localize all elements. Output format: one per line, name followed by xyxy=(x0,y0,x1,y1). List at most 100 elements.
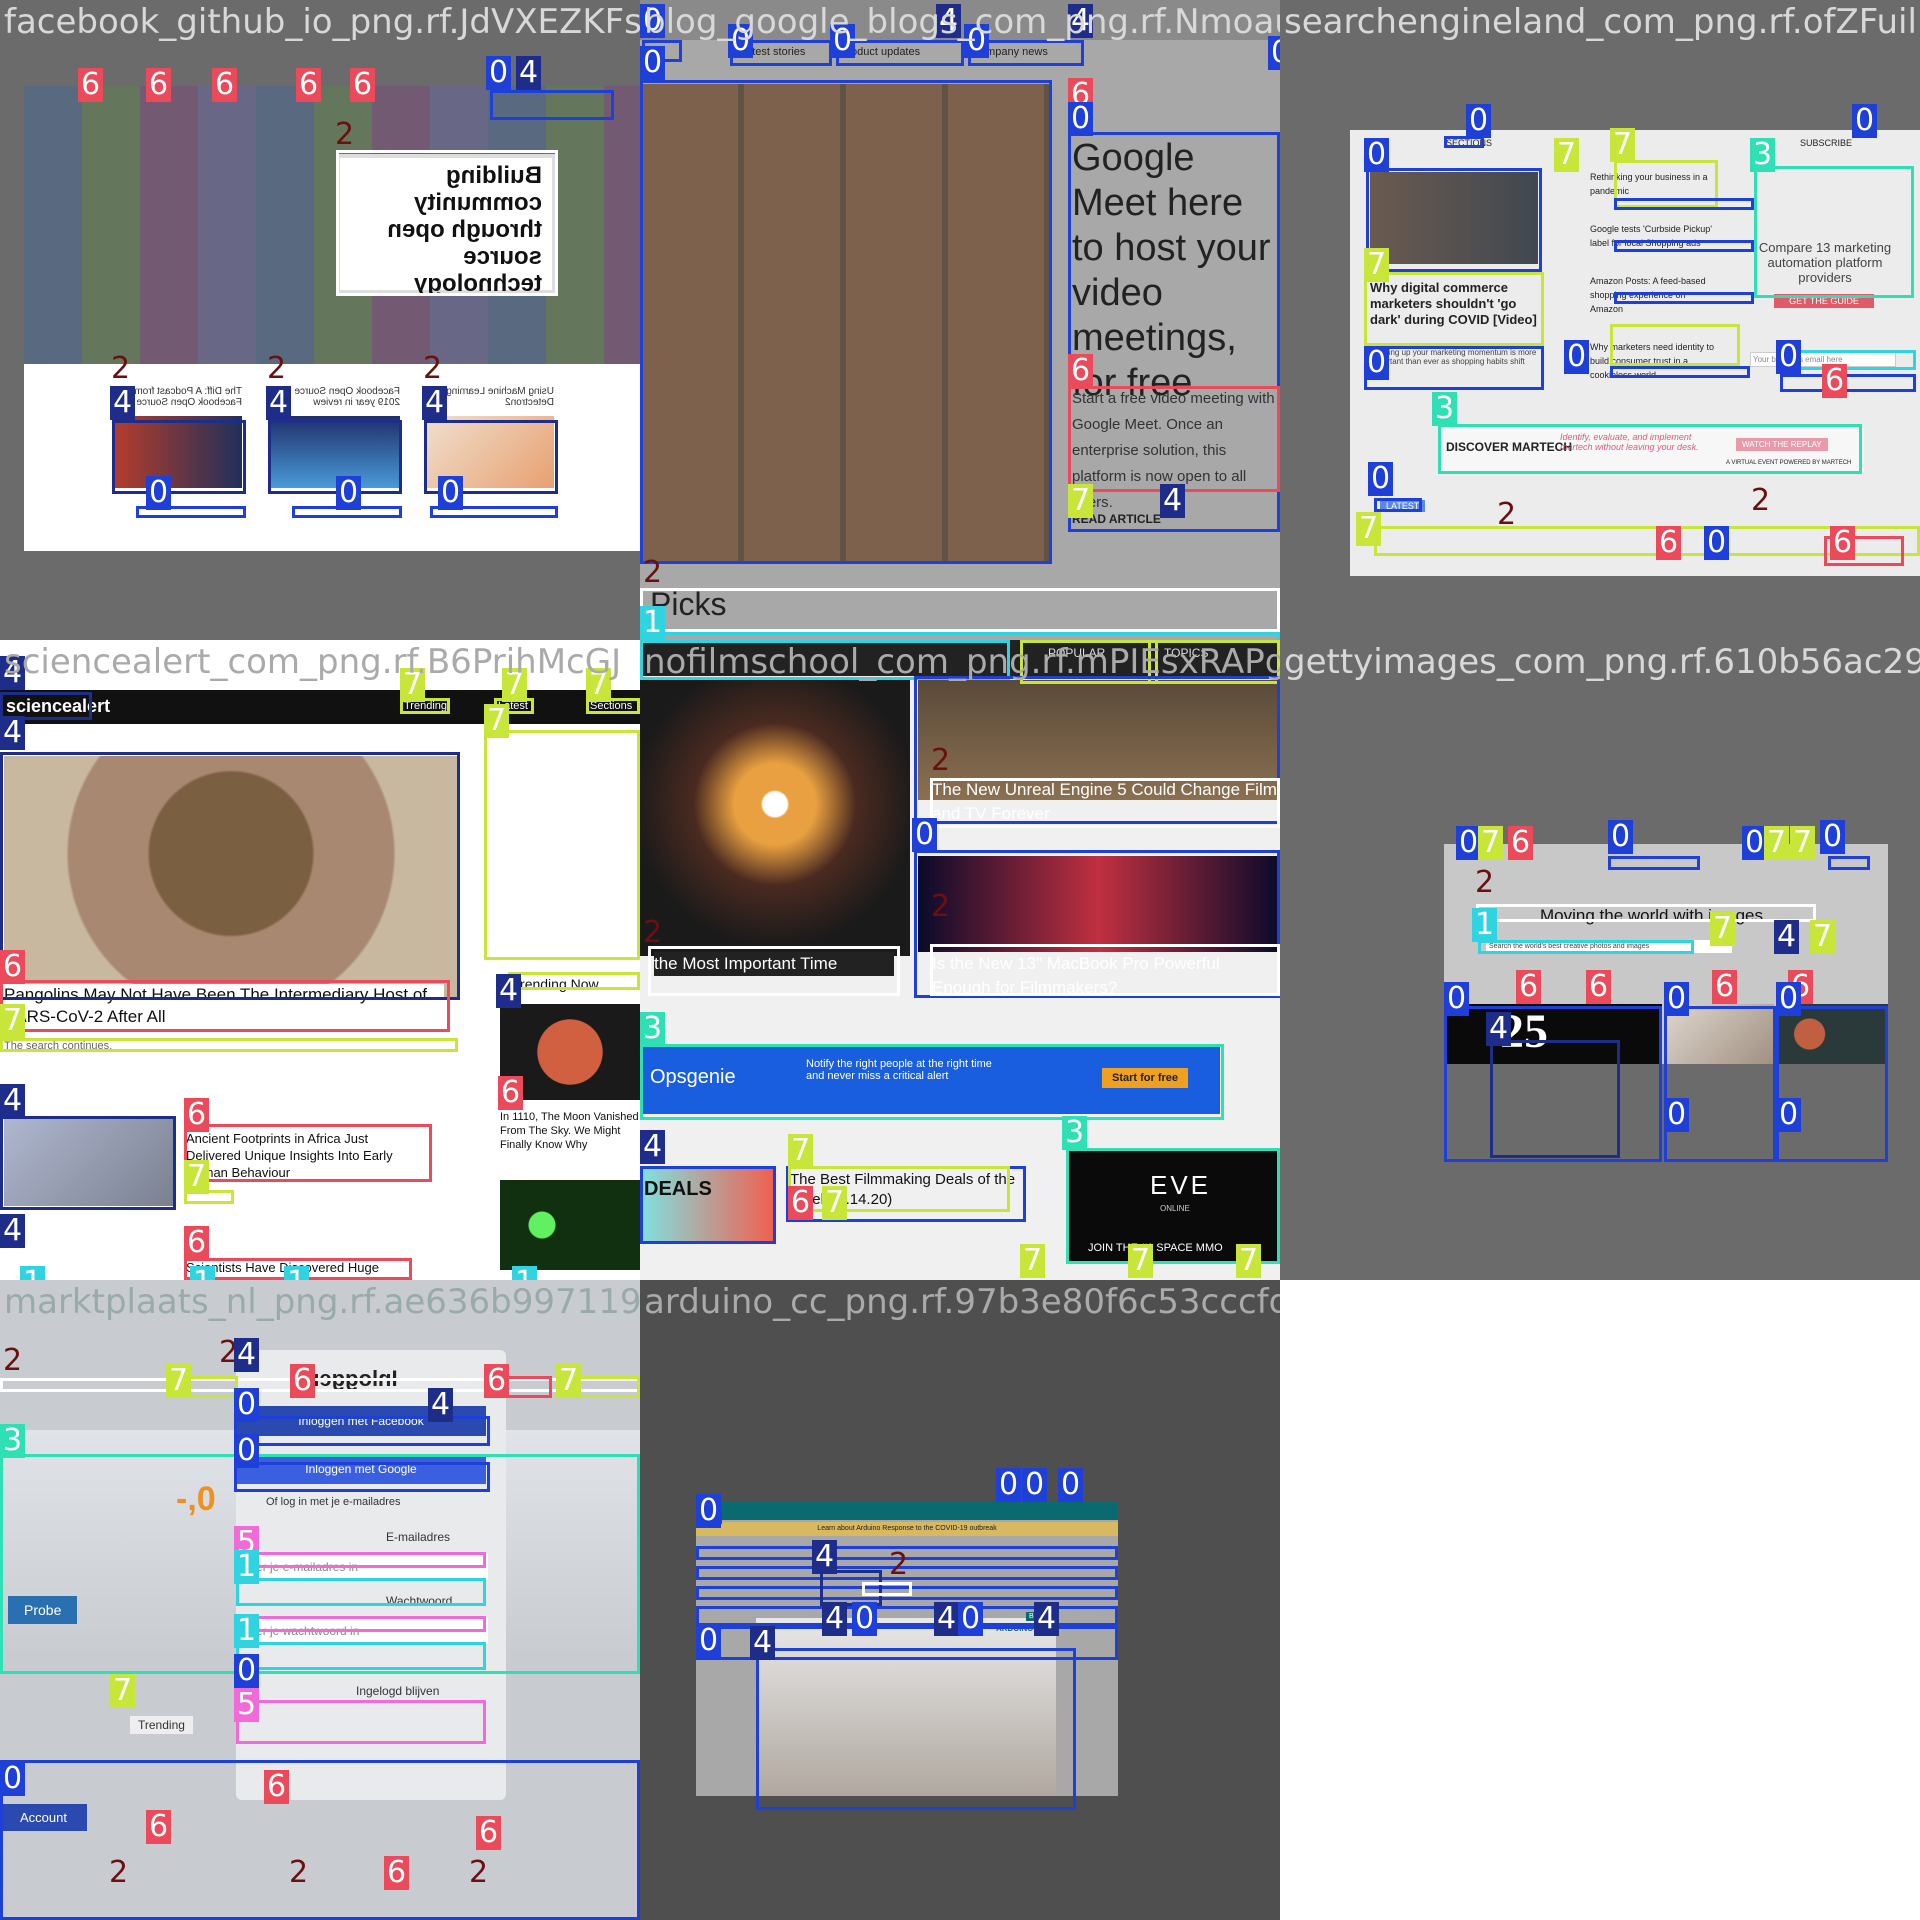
class-tag: 7 xyxy=(1764,826,1790,860)
side-story[interactable]: In 1110, The Moon Vanished From The Sky.… xyxy=(500,1110,640,1152)
annotation-box xyxy=(1776,1006,1888,1162)
annotation-box xyxy=(484,730,640,960)
class-tag: 1 xyxy=(234,1550,260,1584)
class-tag: 0 xyxy=(696,1494,722,1528)
class-tag: 4 xyxy=(812,1540,838,1574)
class-tag: 4 xyxy=(1034,1602,1060,1636)
annotation-box xyxy=(1364,346,1544,390)
annotation-box xyxy=(640,1044,1224,1120)
class-tag: 3 xyxy=(1062,1116,1088,1150)
class-tag: 6 xyxy=(484,1364,510,1398)
class-tag: 0 xyxy=(1058,1468,1084,1502)
class-tag: 0 xyxy=(438,476,464,510)
class-tag: 3 xyxy=(1432,392,1458,426)
tile-arduino: arduino_cc_png.rf.97b3e80f6c53cccfdd644a… xyxy=(640,1280,1280,1920)
tile-title: gettyimages_com_png.rf.610b56ac29 xyxy=(1284,642,1920,682)
class-tag: 0 xyxy=(1608,820,1634,854)
class-tag: 2 xyxy=(3,1343,23,1378)
covid-banner[interactable]: Learn about Arduino Response to the COVI… xyxy=(696,1522,1118,1536)
class-tag: 6 xyxy=(290,1364,316,1398)
class-tag: 0 xyxy=(640,46,666,80)
class-tag: 2 xyxy=(931,889,951,924)
annotation-box xyxy=(0,1116,176,1210)
annotation-box xyxy=(1614,292,1754,304)
class-tag: 0 xyxy=(336,476,362,510)
class-tag: 0 xyxy=(1704,526,1730,560)
annotation-box xyxy=(1780,374,1916,392)
annotation-box xyxy=(756,1648,1076,1810)
class-tag: 4 xyxy=(0,1214,26,1248)
annotation-box xyxy=(0,1760,640,1920)
class-tag: 6 xyxy=(1712,970,1738,1004)
tile-title: blog_google_blogs_com_png.rf.Nmoau4eNGK2… xyxy=(644,2,1280,42)
class-tag: 2 xyxy=(643,555,663,590)
annotation-box xyxy=(930,944,1280,996)
tile-sciencealert: sciencealert_com_png.rf.B6PrihMcGJ scien… xyxy=(0,640,640,1280)
annotation-box xyxy=(640,588,1280,632)
annotation-box xyxy=(1366,168,1542,272)
class-tag: 7 xyxy=(1710,912,1736,946)
class-tag: 0 xyxy=(696,1624,722,1658)
class-tag: 6 xyxy=(296,68,322,102)
class-tag: 0 xyxy=(912,818,938,852)
green-cells-image xyxy=(500,1180,640,1270)
class-tag: 0 xyxy=(234,1654,260,1688)
class-tag: 6 xyxy=(264,1770,290,1804)
tile-martech: searchengineland_com_png.rf.ofZFuil SECT… xyxy=(1280,0,1920,640)
class-tag: 3 xyxy=(1750,138,1776,172)
class-tag: 0 xyxy=(1364,346,1390,380)
class-tag: 2 xyxy=(267,351,287,386)
class-tag: 6 xyxy=(476,1816,502,1850)
annotation-box xyxy=(930,778,1280,828)
class-tag: 6 xyxy=(0,950,26,984)
class-tag: 6 xyxy=(1586,970,1612,1004)
annotation-box xyxy=(336,150,558,296)
class-tag: 2 xyxy=(109,1855,129,1890)
subscribe-link[interactable]: SUBSCRIBE xyxy=(1800,138,1852,148)
class-tag: 7 xyxy=(1236,1244,1262,1278)
trending-tag[interactable]: Trending xyxy=(130,1716,193,1734)
class-tag: 7 xyxy=(1364,248,1390,282)
annotation-box xyxy=(1490,1040,1620,1158)
class-tag: 4 xyxy=(934,1602,960,1636)
class-tag: 7 xyxy=(1810,920,1836,954)
annotation-box xyxy=(268,420,402,494)
class-tag: 0 xyxy=(1852,104,1878,138)
annotation-box xyxy=(1374,498,1422,512)
class-tag: 7 xyxy=(110,1674,136,1708)
class-tag: 2 xyxy=(1475,865,1495,900)
class-tag: 1 xyxy=(20,1266,46,1280)
class-tag: 5 xyxy=(234,1688,260,1722)
class-tag: 6 xyxy=(1656,526,1682,560)
class-tag: 6 xyxy=(1830,526,1856,560)
annotation-box xyxy=(234,1462,490,1492)
annotation-box xyxy=(0,752,460,1000)
annotation-box xyxy=(0,980,450,1032)
class-tag: 0 xyxy=(1664,1098,1690,1132)
class-tag: 0 xyxy=(1068,102,1094,136)
class-tag: 6 xyxy=(184,1226,210,1260)
class-tag: 7 xyxy=(556,1364,582,1398)
class-tag: 3 xyxy=(640,1012,666,1046)
class-tag: 7 xyxy=(1128,1244,1154,1278)
annotation-box xyxy=(1754,166,1914,298)
annotation-box xyxy=(640,632,1280,640)
class-tag: 2 xyxy=(1497,497,1517,532)
class-tag: 4 xyxy=(516,56,542,90)
class-tag: 0 xyxy=(146,476,172,510)
class-tag: 0 xyxy=(852,1602,878,1636)
annotation-box xyxy=(1610,366,1750,378)
class-tag: 4 xyxy=(110,386,136,420)
remember-checkbox[interactable]: Ingelogd blijven xyxy=(356,1684,439,1698)
class-tag: 6 xyxy=(1822,364,1848,398)
class-tag: 0 xyxy=(1776,1098,1802,1132)
class-tag: 2 xyxy=(423,351,443,386)
tile-title: marktplaats_nl_png.rf.ae636b997119f835 xyxy=(4,1282,640,1322)
class-tag: 0 xyxy=(1466,104,1492,138)
annotation-box xyxy=(112,420,246,494)
annotation-box xyxy=(490,90,614,120)
class-tag: 0 xyxy=(0,1762,26,1796)
annotation-box xyxy=(836,40,964,66)
class-tag: 7 xyxy=(1610,128,1636,162)
tile-marktplaats: marktplaats_nl_png.rf.ae636b997119f835 -… xyxy=(0,1280,640,1920)
